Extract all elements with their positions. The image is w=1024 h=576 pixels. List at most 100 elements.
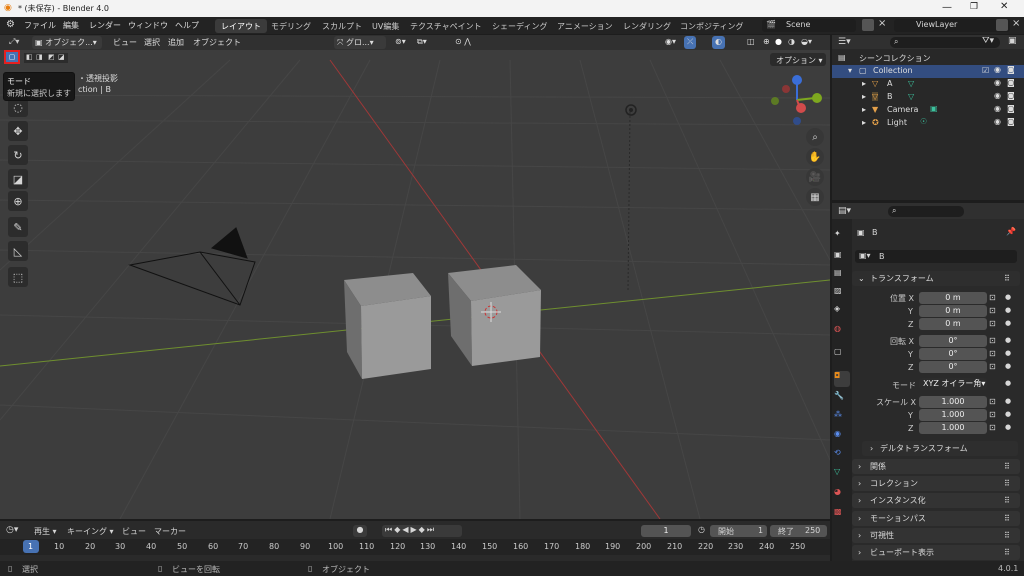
xray-toggle-icon[interactable]: ◫ (744, 36, 758, 49)
scene-tab-icon[interactable]: ◈ (834, 304, 850, 320)
keyframe-dot-icon[interactable]: ● (1005, 336, 1011, 344)
current-frame-field[interactable]: 1 (641, 525, 691, 537)
render-tab-icon[interactable]: ▣ (834, 250, 850, 266)
select-extend-icon[interactable]: ◧ (26, 53, 33, 61)
drag-handle-icon[interactable]: ⠿ (1004, 528, 1010, 543)
expand-icon[interactable]: ▸ (862, 79, 866, 88)
keyframe-dot-icon[interactable]: ● (1005, 397, 1011, 405)
marker-menu[interactable]: マーカー (154, 526, 186, 537)
lock-icon[interactable]: ⊡ (989, 410, 996, 419)
workspace-tab-uv[interactable]: UV編集 (366, 19, 405, 33)
visibility-panel[interactable]: › 可視性 ⠿ (852, 528, 1020, 543)
rotation-z-field[interactable]: 0° (919, 361, 987, 373)
outliner-item-camera[interactable]: ▸ ▼ Camera ▣ ◉ ◙ (832, 104, 1024, 117)
3d-viewport[interactable]: ・透視投影 ction | B ◌ ✥ ↻ ◪ ⊕ ✎ ◺ ⬚ ⌕ ✋ 🎥 ▦ … (0, 35, 830, 519)
next-keyframe-icon[interactable]: ◆ (419, 525, 427, 534)
select-invert-icon[interactable]: ◩ (48, 53, 55, 61)
eye-icon[interactable]: ◉ (994, 117, 1001, 126)
visibility-icon[interactable]: ◉▾ (662, 36, 679, 49)
expand-icon[interactable]: ▸ (862, 105, 866, 114)
filter-icon[interactable]: ⛛▾ (982, 36, 994, 46)
eye-icon[interactable]: ◉ (994, 65, 1001, 74)
motion-paths-panel[interactable]: › モーションパス ⠿ (852, 511, 1020, 526)
ortho-toggle-button[interactable]: ▦ (806, 188, 824, 206)
keyframe-dot-icon[interactable]: ● (1005, 410, 1011, 418)
drag-handle-icon[interactable]: ⠿ (1004, 545, 1010, 560)
lock-icon[interactable]: ⊡ (989, 362, 996, 371)
properties-search-input[interactable] (888, 206, 964, 217)
keyframe-dot-icon[interactable]: ● (1005, 362, 1011, 370)
wireframe-shading-icon[interactable]: ⊕ (760, 36, 773, 49)
gizmo-toggle-icon[interactable]: ⤫ (684, 36, 697, 49)
end-frame-field[interactable]: 終了 250 (770, 525, 827, 537)
drag-handle-icon[interactable]: ⠿ (1004, 271, 1010, 286)
playback-menu[interactable]: 再生 ▾ (34, 526, 57, 537)
measure-tool-button[interactable]: ◺ (8, 241, 28, 261)
transform-panel-header[interactable]: ⌄ トランスフォーム ⠿ (852, 271, 1020, 286)
eye-icon[interactable]: ◉ (994, 78, 1001, 87)
viewport-display-panel[interactable]: › ビューポート表示 ⠿ (852, 545, 1020, 560)
keyframe-dot-icon[interactable]: ● (1005, 306, 1011, 314)
render-camera-icon[interactable]: ◙ (1007, 117, 1015, 126)
menu-add[interactable]: 追加 (165, 36, 187, 49)
mode-dropdown[interactable]: ▣ オブジェク...▾ (32, 36, 102, 49)
object-tab-icon[interactable]: ◘ (834, 371, 850, 387)
expand-icon[interactable]: ▸ (862, 92, 866, 101)
keyframe-dot-icon[interactable]: ● (1005, 379, 1011, 387)
add-cube-tool-button[interactable]: ⬚ (8, 267, 28, 287)
physics-tab-icon[interactable]: ◉ (834, 429, 850, 445)
jump-start-icon[interactable]: ⏮ (385, 525, 394, 534)
drag-handle-icon[interactable]: ⠿ (1004, 476, 1010, 491)
minimize-button[interactable]: — (942, 2, 952, 13)
jump-end-icon[interactable]: ⏭ (427, 525, 436, 534)
relations-panel[interactable]: › 関係 ⠿ (852, 459, 1020, 474)
data-tab-icon[interactable]: ▽ (834, 467, 850, 483)
outliner-item-b[interactable]: ▸ ▽ B ▽ ◉ ◙ (832, 91, 1024, 104)
blender-menu-icon[interactable]: ⚙ (6, 19, 15, 30)
solid-shading-icon[interactable]: ● (772, 36, 785, 49)
checkbox-icon[interactable]: ☑ (982, 66, 989, 75)
delta-transform-panel[interactable]: › デルタトランスフォーム (862, 441, 1018, 456)
outliner-item-a[interactable]: ▸ ▽ A ▽ ◉ ◙ (832, 78, 1024, 91)
texture-tab-icon[interactable]: ▩ (834, 507, 850, 523)
zoom-button[interactable]: ⌕ (806, 128, 824, 146)
scale-x-field[interactable]: 1.000 (919, 396, 987, 408)
lock-icon[interactable]: ⊡ (989, 423, 996, 432)
pin-icon[interactable]: 📌 (1006, 227, 1016, 236)
new-viewlayer-icon[interactable] (996, 19, 1008, 31)
output-tab-icon[interactable]: ▤ (834, 268, 850, 284)
scale-tool-button[interactable]: ◪ (8, 169, 28, 189)
object-name-field[interactable]: ▣▾ B (855, 250, 1017, 263)
play-icon[interactable]: ▶ (411, 525, 419, 534)
workspace-tab-rendering[interactable]: レンダリング (617, 19, 677, 33)
properties-editor-icon[interactable]: ▤▾ (838, 206, 851, 216)
scale-y-field[interactable]: 1.000 (919, 409, 987, 421)
instancing-panel[interactable]: › インスタンス化 ⠿ (852, 493, 1020, 508)
close-button[interactable]: ✕ (1000, 1, 1008, 12)
workspace-tab-sculpt[interactable]: スカルプト (316, 19, 368, 33)
location-y-field[interactable]: 0 m (919, 305, 987, 317)
eye-icon[interactable]: ◉ (994, 91, 1001, 100)
modifier-tab-icon[interactable]: 🔧 (834, 391, 850, 407)
new-collection-icon[interactable]: ▣ (1008, 36, 1017, 46)
keyframe-dot-icon[interactable]: ● (1005, 319, 1011, 327)
outliner-collection[interactable]: ▾ ▢ Collection ☑ ◉ ◙ (832, 65, 1024, 78)
render-camera-icon[interactable]: ◙ (1007, 104, 1015, 113)
rotation-x-field[interactable]: 0° (919, 335, 987, 347)
orientation-dropdown[interactable]: ⤧ グロ...▾ (334, 36, 386, 49)
select-intersect-icon[interactable]: ◪ (58, 53, 65, 61)
menu-window[interactable]: ウィンドウ (128, 20, 168, 31)
select-new-mode-button[interactable]: ▢ (4, 50, 20, 64)
editor-type-icon[interactable]: ⤢▾ (6, 36, 22, 49)
menu-edit[interactable]: 編集 (63, 20, 79, 31)
play-reverse-icon[interactable]: ◀ (402, 525, 410, 534)
lock-icon[interactable]: ⊡ (989, 349, 996, 358)
menu-object[interactable]: オブジェクト (190, 36, 244, 49)
options-dropdown[interactable]: オプション ▾ (770, 53, 826, 66)
menu-render[interactable]: レンダー (89, 20, 121, 31)
timeline-editor-icon[interactable]: ◷▾ (6, 525, 18, 535)
workspace-tab-texture-paint[interactable]: テクスチャペイント (404, 19, 488, 33)
workspace-tab-layout[interactable]: レイアウト (215, 19, 267, 33)
lock-icon[interactable]: ⊡ (989, 293, 996, 302)
snap-icon[interactable]: ⧉▾ (414, 36, 430, 49)
